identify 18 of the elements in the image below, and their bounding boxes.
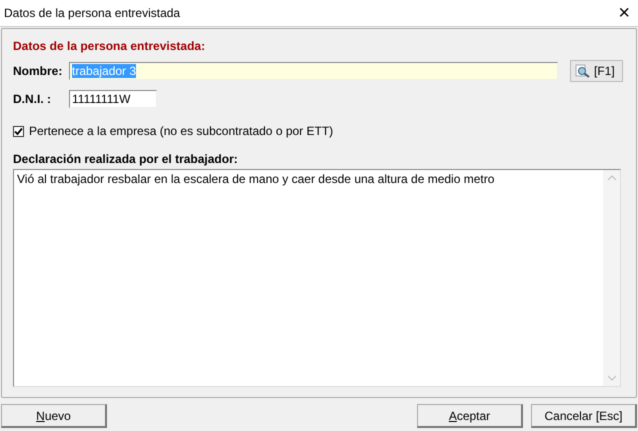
search-icon <box>575 64 591 78</box>
close-button[interactable]: × <box>618 3 630 23</box>
section-label: Declaración realizada por el trabajador: <box>13 152 239 166</box>
lookup-button[interactable]: [F1] <box>570 60 623 82</box>
scroll-up-icon[interactable] <box>606 175 616 181</box>
cancel-button[interactable]: Cancelar [Esc] <box>531 404 637 428</box>
declaration-textarea[interactable]: Vió al trabajador resbalar en la escalera de mano y caer desde una altura de medio metro <box>13 169 621 387</box>
section-title: Datos de la persona entrevistada: <box>13 39 206 53</box>
scroll-down-icon[interactable] <box>606 375 616 381</box>
checkbox-label: Pertenece a la empresa (no es subcontratado o por ETT) <box>29 124 334 138</box>
window-title: Datos de la persona entrevistada <box>4 6 180 20</box>
field-label: D.N.I. : <box>13 92 52 106</box>
field-label: Nombre: <box>13 64 64 78</box>
dni-field[interactable]: 11111111W <box>69 90 157 108</box>
new-button[interactable]: Nuevo <box>1 404 107 428</box>
accept-button[interactable]: Aceptar <box>417 404 523 428</box>
scrollbar[interactable] <box>603 170 620 386</box>
checkbox[interactable] <box>13 126 24 136</box>
